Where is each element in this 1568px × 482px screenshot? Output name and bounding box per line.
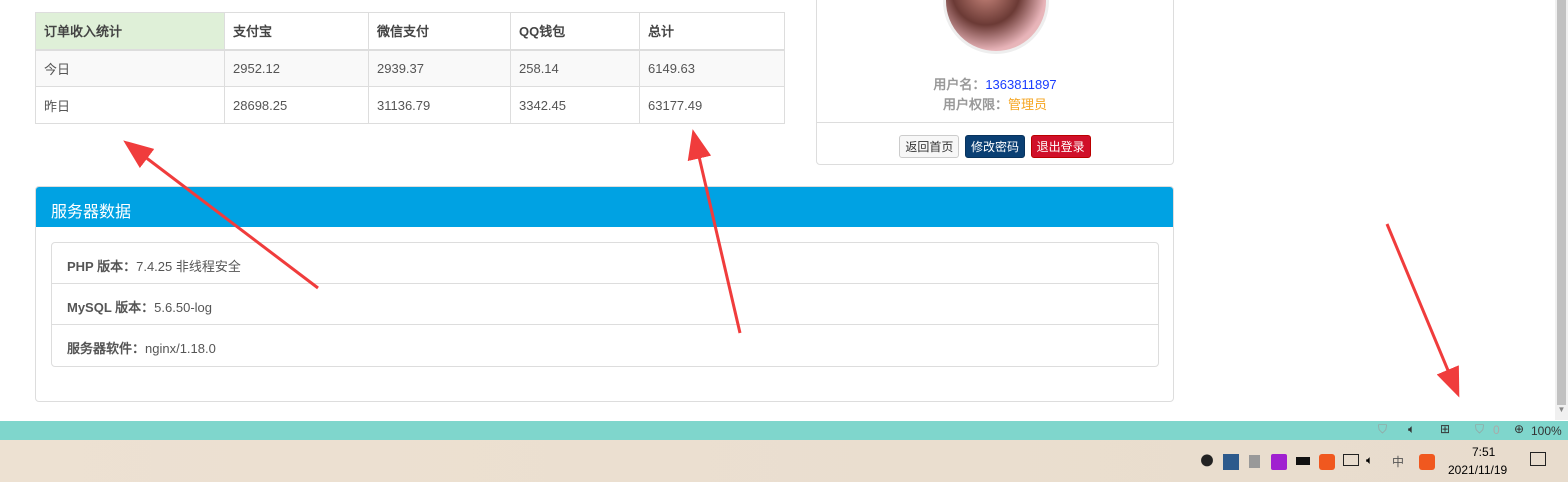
scrollbar-thumb[interactable] xyxy=(1557,0,1566,405)
zoom-icon[interactable]: ⊕ xyxy=(1514,422,1524,436)
app-icon[interactable] xyxy=(1223,454,1239,470)
sogou-icon[interactable] xyxy=(1319,454,1335,470)
ad-count: 0 xyxy=(1493,423,1500,437)
browser-status-bar: ⛉ 🔈︎ ⊞ ⛉ 0 ⊕ 100% xyxy=(0,421,1568,440)
clock-date[interactable]: 2021/11/19 xyxy=(1448,463,1507,477)
network-icon[interactable] xyxy=(1343,454,1359,466)
ime-indicator[interactable]: 中 xyxy=(1392,453,1404,470)
adblock-icon[interactable]: ⛉ xyxy=(1475,422,1484,437)
toolbox-icon[interactable]: ⊞ xyxy=(1440,422,1450,436)
arrow xyxy=(123,140,319,290)
qq-icon[interactable] xyxy=(1199,454,1215,470)
app-icon[interactable] xyxy=(1249,455,1260,468)
clock-time[interactable]: 7:51 xyxy=(1472,445,1495,459)
sogou-icon[interactable] xyxy=(1419,454,1435,470)
arrow xyxy=(687,129,742,334)
taskbar: 🔈︎ 中 7:51 2021/11/19 xyxy=(0,440,1568,482)
speaker-icon[interactable]: 🔈︎ xyxy=(1408,422,1415,437)
arrow xyxy=(1385,223,1460,398)
notification-icon[interactable] xyxy=(1530,452,1546,466)
zoom-level[interactable]: 100% xyxy=(1531,424,1562,438)
volume-icon[interactable]: 🔈︎ xyxy=(1366,453,1373,468)
scroll-down-icon[interactable]: ▼ xyxy=(1555,405,1568,414)
shield-icon[interactable]: ⛉ xyxy=(1378,422,1387,437)
app-icon[interactable] xyxy=(1271,454,1287,470)
scrollbar[interactable]: ▼ xyxy=(1555,0,1568,420)
battery-icon[interactable] xyxy=(1296,457,1310,465)
annotation-arrows xyxy=(123,129,1460,398)
